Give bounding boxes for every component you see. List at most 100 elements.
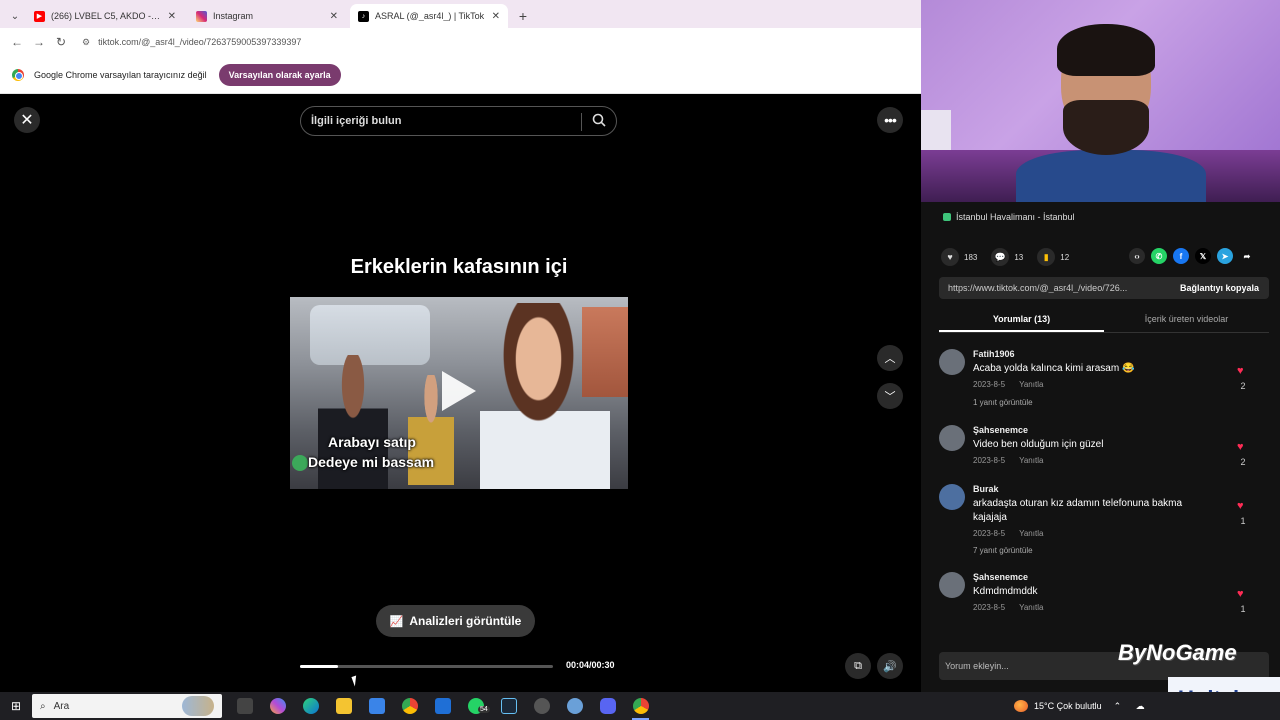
- comment-like-icon[interactable]: ♥: [1237, 441, 1244, 453]
- comment-username[interactable]: Burak: [973, 484, 999, 494]
- chrome-active-icon[interactable]: [624, 692, 657, 720]
- bynogame-watermark: ByNoGame: [1118, 640, 1237, 665]
- whatsapp-taskbar-icon[interactable]: 54: [459, 692, 492, 720]
- view-replies-button[interactable]: 1 yanıt görüntüle: [973, 398, 1033, 407]
- like-button[interactable]: ♥ 183: [941, 248, 977, 266]
- comment-item: Şahsenemce Kdmdmdmddk 2023-8-5 Yanıtla ♥…: [939, 570, 1269, 639]
- comment-icon: 💬: [991, 248, 1010, 266]
- next-video-icon[interactable]: ﹀: [877, 383, 903, 409]
- search-highlight-image: [182, 696, 214, 716]
- url-field[interactable]: ⚙ tiktok.com/@_asr4l_/video/726375900539…: [78, 31, 898, 53]
- file-explorer-icon[interactable]: [327, 692, 360, 720]
- reply-button[interactable]: Yanıtla: [1019, 529, 1043, 538]
- save-button[interactable]: ▮ 12: [1037, 248, 1069, 266]
- tab-youtube[interactable]: ▶ (266) LVBEL C5, AKDO - COOO ✕: [26, 4, 184, 28]
- reply-button[interactable]: Yanıtla: [1019, 380, 1043, 389]
- telegram-icon[interactable]: ➤: [1217, 248, 1233, 264]
- whatsapp-icon[interactable]: ✆: [1151, 248, 1167, 264]
- comment-like-icon[interactable]: ♥: [1237, 588, 1244, 600]
- close-icon[interactable]: ✕: [14, 107, 40, 133]
- share-icon[interactable]: ➦: [1239, 248, 1255, 264]
- reload-button[interactable]: ↻: [50, 31, 72, 53]
- reply-button[interactable]: Yanıtla: [1019, 603, 1043, 612]
- settings-icon[interactable]: [525, 692, 558, 720]
- steam-icon[interactable]: [492, 692, 525, 720]
- search-icon: ⌕: [40, 700, 46, 712]
- set-default-button[interactable]: Varsayılan olarak ayarla: [218, 63, 341, 86]
- video-details-panel: İstanbul Havalimanı - İstanbul ♥ 183 💬 1…: [921, 202, 1280, 692]
- copilot-icon[interactable]: [261, 692, 294, 720]
- comment-like-count: 2: [1240, 457, 1246, 467]
- x-icon[interactable]: 𝕏: [1195, 248, 1211, 264]
- store-icon[interactable]: [360, 692, 393, 720]
- floating-player-icon[interactable]: ⧉: [845, 653, 871, 679]
- close-tab-icon[interactable]: ✕: [492, 11, 500, 22]
- chrome-logo-icon: [12, 68, 24, 81]
- location-tag[interactable]: İstanbul Havalimanı - İstanbul: [943, 212, 1075, 222]
- weather-text[interactable]: 15°C Çok bulutlu: [1034, 701, 1102, 711]
- close-tab-icon[interactable]: ✕: [330, 11, 338, 22]
- video-frame-image: Arabayı satıp Dedeye mi bassam: [290, 297, 628, 489]
- discord-icon[interactable]: [591, 692, 624, 720]
- app-icon[interactable]: [558, 692, 591, 720]
- tab-tiktok[interactable]: ♪ ASRAL (@_asr4l_) | TikTok ✕: [350, 4, 508, 28]
- tab-title: (266) LVBEL C5, AKDO - COOO: [51, 11, 162, 21]
- comment-date: 2023-8-5: [973, 456, 1006, 465]
- avatar[interactable]: [939, 484, 965, 510]
- taskbar-search-label: Ara: [53, 700, 70, 712]
- comment-list: Fatih1906 Acaba yolda kalınca kimi arasa…: [939, 347, 1269, 639]
- comment-username[interactable]: Fatih1906: [973, 349, 1015, 359]
- comment-username[interactable]: Şahsenemce: [973, 425, 1028, 435]
- avatar[interactable]: [939, 349, 965, 375]
- address-bar: ← → ↻ ⚙ tiktok.com/@_asr4l_/video/726375…: [0, 28, 921, 56]
- taskbar-search[interactable]: ⌕ Ara: [32, 694, 222, 718]
- comment-username[interactable]: Şahsenemce: [973, 572, 1028, 582]
- play-icon[interactable]: [442, 371, 476, 411]
- close-tab-icon[interactable]: ✕: [168, 11, 176, 22]
- video-title-overlay: Erkeklerin kafasının içi: [350, 256, 568, 278]
- progress-bar[interactable]: [300, 665, 553, 668]
- tab-search-button[interactable]: ⌄: [4, 4, 26, 28]
- task-view-icon[interactable]: [228, 692, 261, 720]
- site-info-icon[interactable]: ⚙: [82, 37, 90, 48]
- comment-text: Acaba yolda kalınca kimi arasam 😂: [973, 363, 1135, 374]
- copy-link-button[interactable]: Bağlantıyı kopyala: [1170, 283, 1269, 293]
- more-options-icon[interactable]: •••: [877, 107, 903, 133]
- share-link-text[interactable]: https://www.tiktok.com/@_asr4l_/video/72…: [939, 283, 1170, 293]
- avatar[interactable]: [939, 425, 965, 451]
- tray-icons[interactable]: ⌃ ☁: [1114, 701, 1151, 712]
- avatar[interactable]: [939, 572, 965, 598]
- mail-icon[interactable]: [426, 692, 459, 720]
- comment-like-icon[interactable]: ♥: [1237, 500, 1244, 512]
- analytics-label: Analizleri görüntüle: [409, 614, 522, 628]
- tab-strip: ⌄ ▶ (266) LVBEL C5, AKDO - COOO ✕ Instag…: [0, 0, 921, 28]
- back-button[interactable]: ←: [6, 31, 28, 53]
- related-search-input[interactable]: İlgili içeriği bulun: [300, 106, 617, 136]
- forward-button[interactable]: →: [28, 31, 50, 53]
- infobar-text: Google Chrome varsayılan tarayıcınız değ…: [34, 69, 207, 80]
- chrome-icon[interactable]: [393, 692, 426, 720]
- edge-icon[interactable]: [294, 692, 327, 720]
- search-icon[interactable]: [591, 112, 609, 130]
- caption-line-2: Dedeye mi bassam: [308, 454, 435, 470]
- comment-button[interactable]: 💬 13: [991, 248, 1023, 266]
- previous-video-icon[interactable]: ︿: [877, 345, 903, 371]
- panel-tabs: Yorumlar (13) İçerik üreten videolar: [939, 309, 1269, 333]
- youtube-icon: ▶: [34, 10, 45, 22]
- view-analytics-button[interactable]: 📈 Analizleri görüntüle: [376, 605, 535, 637]
- reply-button[interactable]: Yanıtla: [1019, 456, 1043, 465]
- tab-instagram[interactable]: Instagram ✕: [188, 4, 346, 28]
- video-player[interactable]: İlgili içeriği bulun Erkeklerin kafasını…: [290, 94, 628, 692]
- comment-meta: 2023-8-5 Yanıtla: [973, 603, 1055, 612]
- new-tab-button[interactable]: +: [512, 4, 534, 28]
- heart-icon: ♥: [941, 248, 959, 266]
- tab-comments[interactable]: Yorumlar (13): [939, 309, 1104, 332]
- sticker-icon: [292, 455, 308, 471]
- facebook-icon[interactable]: f: [1173, 248, 1189, 264]
- embed-icon[interactable]: ‹›: [1129, 248, 1145, 264]
- comment-like-icon[interactable]: ♥: [1237, 365, 1244, 377]
- view-replies-button[interactable]: 7 yanıt görüntüle: [973, 546, 1033, 555]
- volume-icon[interactable]: 🔊: [877, 653, 903, 679]
- tab-creator-videos[interactable]: İçerik üreten videolar: [1104, 309, 1269, 332]
- windows-start-icon[interactable]: ⊞: [0, 692, 32, 720]
